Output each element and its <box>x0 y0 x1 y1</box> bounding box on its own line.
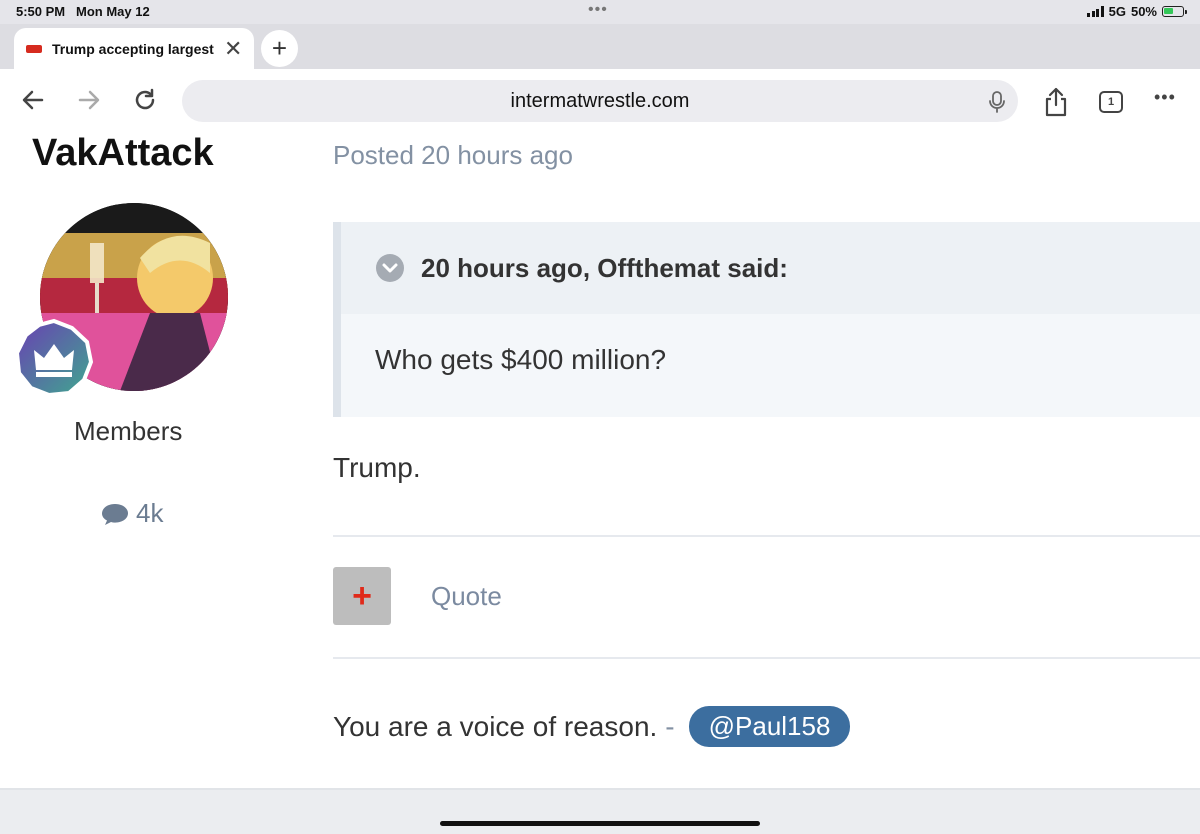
author-group: Members <box>74 416 183 446</box>
quote-citation: 20 hours ago, Offthemat said: <box>421 252 788 283</box>
address-bar[interactable]: intermatwrestle.com <box>182 80 1018 122</box>
back-arrow-icon[interactable] <box>20 87 46 113</box>
signature: You are a voice of reason. - @Paul158 <box>333 706 851 747</box>
author-name[interactable]: VakAttack <box>32 132 214 175</box>
post-count-value: 4k <box>136 498 164 528</box>
browser-tab[interactable]: Trump accepting largest ✕ <box>14 28 254 69</box>
browser-toolbar: intermatwrestle.com 1 ••• <box>0 69 1200 133</box>
status-indicators: 5G 50% <box>1087 4 1187 19</box>
signal-icon <box>1087 6 1104 17</box>
expand-quote-icon[interactable] <box>375 253 405 283</box>
quote-block: 20 hours ago, Offthemat said: Who gets $… <box>333 222 1200 417</box>
site-favicon-icon <box>26 44 42 53</box>
status-date: Mon May 12 <box>76 4 150 19</box>
rank-badge-icon <box>14 318 94 398</box>
comment-bubble-icon <box>102 503 128 525</box>
quote-text: Who gets $400 million? <box>375 344 667 375</box>
battery-icon <box>1162 6 1187 17</box>
tab-strip: Trump accepting largest ✕ + <box>0 24 1200 69</box>
share-icon[interactable] <box>1043 87 1069 117</box>
tab-title: Trump accepting largest <box>52 40 214 57</box>
forward-arrow-icon[interactable] <box>76 87 102 113</box>
more-menu-icon[interactable]: ••• <box>1154 87 1176 108</box>
close-tab-icon[interactable]: ✕ <box>224 37 242 60</box>
post-timestamp[interactable]: Posted 20 hours ago <box>333 140 573 171</box>
status-time: 5:50 PM <box>16 4 66 19</box>
battery-label: 50% <box>1130 4 1157 19</box>
author-post-count: 4k <box>100 498 163 529</box>
divider <box>333 657 1200 659</box>
quote-header: 20 hours ago, Offthemat said: <box>341 222 1200 314</box>
tab-count-button[interactable]: 1 <box>1099 91 1123 113</box>
plus-icon: + <box>352 576 372 615</box>
new-tab-button[interactable]: + <box>261 30 298 67</box>
home-indicator[interactable] <box>440 821 760 826</box>
quote-button[interactable]: Quote <box>431 581 502 612</box>
divider <box>333 535 1200 537</box>
page-footer <box>0 788 1200 834</box>
signature-text: You are a voice of reason. <box>333 710 658 742</box>
user-mention-link[interactable]: @Paul158 <box>688 706 851 747</box>
post-body: Trump. <box>333 452 421 483</box>
microphone-icon[interactable] <box>988 91 1006 113</box>
network-label: 5G <box>1108 4 1126 19</box>
reload-icon[interactable] <box>132 87 158 113</box>
signature-separator: - <box>665 710 675 742</box>
status-bar: 5:50 PM Mon May 12 ••• 5G 50% <box>0 0 1200 24</box>
multitask-dots-icon[interactable]: ••• <box>588 1 608 19</box>
url-text: intermatwrestle.com <box>510 89 690 112</box>
multiquote-add-button[interactable]: + <box>333 567 391 625</box>
